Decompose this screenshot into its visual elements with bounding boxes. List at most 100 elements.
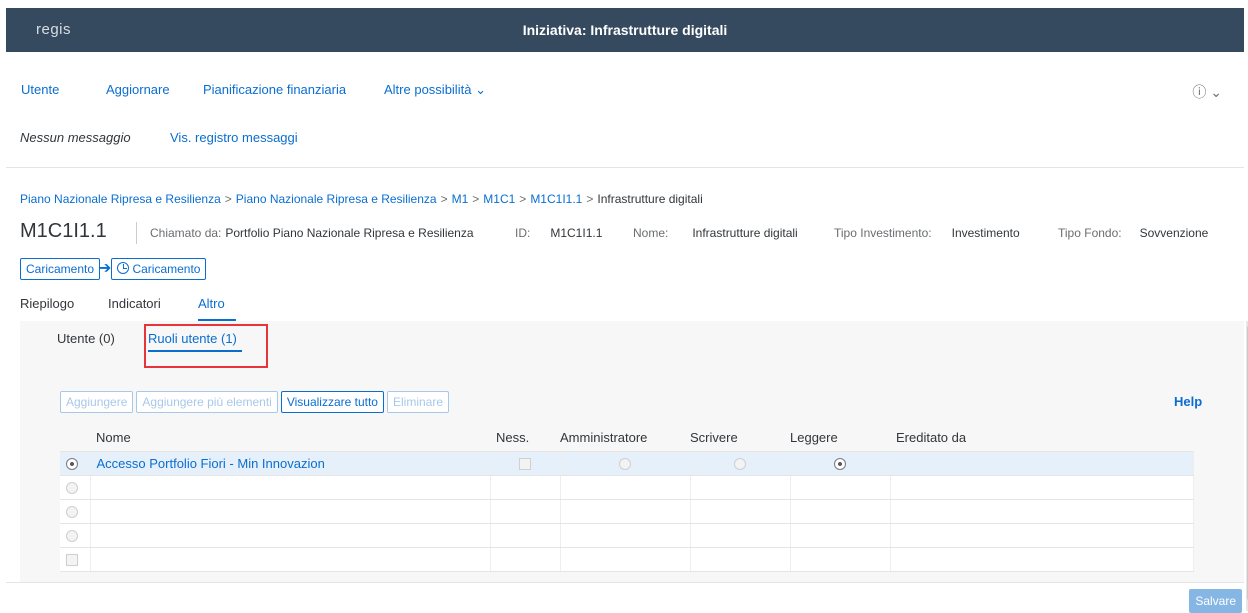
status-flow: Caricamento ➔ Caricamento: [20, 258, 207, 282]
chevron-down-icon: ⌄: [475, 82, 486, 97]
attr-label: ID:: [515, 226, 531, 240]
row-select-cell: [60, 523, 91, 548]
attr-id: ID: M1C1I1.1: [515, 226, 602, 240]
table-row[interactable]: [60, 523, 1194, 548]
app-shell: regis Iniziativa: Infrastrutture digital…: [6, 8, 1248, 613]
object-header: M1C1I1.1 Chiamato da: Portfolio Piano Naz…: [20, 220, 1244, 246]
table-row[interactable]: [60, 499, 1194, 524]
row-select-checkbox[interactable]: [66, 553, 78, 566]
message-bar: Nessun messaggio Vis. registro messaggi: [6, 116, 1244, 168]
attr-value: Investimento: [951, 226, 1020, 240]
column-header-ness[interactable]: Ness.: [490, 425, 560, 452]
header-divider: [136, 222, 137, 244]
attr-investment-type: Tipo Investimento: Investimento: [834, 226, 1020, 240]
roles-table: Nome Ness. Amministratore Scrivere Legge…: [60, 425, 1194, 572]
clock-icon: [117, 262, 130, 274]
roles-panel: Utente (0) Ruoli utente (1) Aggiungere Ag…: [20, 321, 1248, 611]
row-select-cell: [60, 499, 91, 524]
breadcrumb-link[interactable]: M1C1: [483, 192, 515, 206]
app-title: Iniziativa: Infrastrutture digitali: [522, 22, 728, 38]
column-header-ereditato-da[interactable]: Ereditato da: [890, 425, 1194, 452]
column-header-leggere[interactable]: Leggere: [790, 425, 890, 452]
chevron-down-icon: ⌄: [1210, 84, 1222, 100]
menu-item-utente[interactable]: Utente: [21, 82, 59, 97]
empty-cell: [690, 475, 791, 500]
menu-item-altre-label: Altre possibilità: [384, 82, 472, 97]
attr-value: Infrastrutture digitali: [692, 226, 798, 240]
breadcrumb-separator: >: [224, 192, 232, 206]
read-radio[interactable]: [834, 457, 846, 470]
column-header-scrivere[interactable]: Scrivere: [690, 425, 790, 452]
table-row[interactable]: Accesso Portfolio Fiori - Min Innovazion: [60, 451, 1194, 476]
column-header-nome[interactable]: Nome: [90, 425, 490, 452]
attr-label: Tipo Investimento:: [834, 226, 932, 240]
add-button[interactable]: Aggiungere: [60, 391, 134, 413]
status-step-scheduled-button[interactable]: Caricamento: [111, 258, 207, 280]
menu-item-altre-possibilita[interactable]: Altre possibilità ⌄: [384, 82, 486, 98]
delete-button[interactable]: Eliminare: [386, 391, 449, 413]
breadcrumb-current: Infrastrutture digitali: [597, 192, 703, 206]
empty-cell: [790, 475, 891, 500]
row-select-cell: [60, 451, 91, 476]
inherited-cell: [890, 451, 1194, 476]
attr-label: Chiamato da:: [150, 226, 222, 240]
empty-cell: [90, 499, 491, 524]
attr-label: Nome:: [633, 226, 669, 240]
empty-cell: [560, 523, 691, 548]
row-select-cell: [60, 475, 91, 500]
tab-indicatori[interactable]: Indicatori: [108, 296, 161, 311]
breadcrumb-separator: >: [519, 192, 527, 206]
attr-called-by: Chiamato da: Portfolio Piano Nazionale Ri…: [150, 226, 474, 240]
tab-altro[interactable]: Altro: [198, 296, 225, 311]
breadcrumb-link[interactable]: Piano Nazionale Ripresa e Resilienza: [236, 192, 437, 206]
help-menu-button[interactable]: ⓘ ⌄: [1192, 82, 1222, 102]
select-column-header: [60, 425, 90, 452]
attr-value: Portfolio Piano Nazionale Ripresa e Resi…: [225, 226, 474, 240]
status-step-button[interactable]: Caricamento: [20, 258, 101, 280]
row-select-radio[interactable]: [66, 529, 78, 542]
sub-tabs: Utente (0) Ruoli utente (1): [20, 321, 1244, 368]
empty-cell: [560, 499, 691, 524]
empty-cell: [490, 499, 561, 524]
empty-cell: [490, 523, 561, 548]
read-cell: [790, 451, 891, 476]
help-link[interactable]: Help: [1174, 394, 1202, 409]
ness-checkbox[interactable]: [519, 457, 531, 470]
row-select-cell: [60, 547, 91, 572]
tab-riepilogo[interactable]: Riepilogo: [20, 296, 74, 311]
tab-utente[interactable]: Utente (0): [57, 331, 115, 346]
empty-cell: [690, 499, 791, 524]
empty-cell: [890, 475, 1194, 500]
empty-cell: [890, 547, 1194, 572]
breadcrumb-separator: >: [586, 192, 594, 206]
admin-radio[interactable]: [619, 457, 631, 470]
table-row[interactable]: [60, 547, 1194, 572]
object-title: M1C1I1.1: [20, 220, 107, 242]
status-step-label: Caricamento: [132, 262, 201, 276]
empty-cell: [790, 547, 891, 572]
empty-cell: [690, 547, 791, 572]
row-select-radio[interactable]: [66, 457, 78, 470]
breadcrumb-link[interactable]: M1C1I1.1: [530, 192, 582, 206]
row-select-radio[interactable]: [66, 505, 78, 518]
attr-name: Nome: Infrastrutture digitali: [633, 226, 798, 240]
breadcrumb-link[interactable]: Piano Nazionale Ripresa e Resilienza: [20, 192, 221, 206]
breadcrumb-link[interactable]: M1: [452, 192, 469, 206]
role-name-link[interactable]: Accesso Portfolio Fiori - Min Innovazion: [97, 456, 325, 471]
menu-item-aggiornare[interactable]: Aggiornare: [106, 82, 170, 97]
menu-item-pianificazione[interactable]: Pianificazione finanziaria: [203, 82, 346, 97]
breadcrumb-separator: >: [472, 192, 480, 206]
add-multiple-button[interactable]: Aggiungere più elementi: [136, 391, 278, 413]
message-log-link[interactable]: Vis. registro messaggi: [170, 130, 298, 145]
attr-fund-type: Tipo Fondo: Sovvenzione: [1058, 226, 1208, 240]
write-radio[interactable]: [734, 457, 746, 470]
save-button[interactable]: Salvare: [1189, 589, 1242, 613]
ness-cell: [490, 451, 561, 476]
show-all-button[interactable]: Visualizzare tutto: [280, 391, 384, 413]
row-select-radio[interactable]: [66, 481, 78, 494]
menu-bar: Utente Aggiornare Pianificazione finanzi…: [6, 52, 1244, 116]
empty-cell: [890, 499, 1194, 524]
table-row[interactable]: [60, 475, 1194, 500]
highlight-box: [144, 324, 268, 368]
column-header-amministratore[interactable]: Amministratore: [560, 425, 690, 452]
